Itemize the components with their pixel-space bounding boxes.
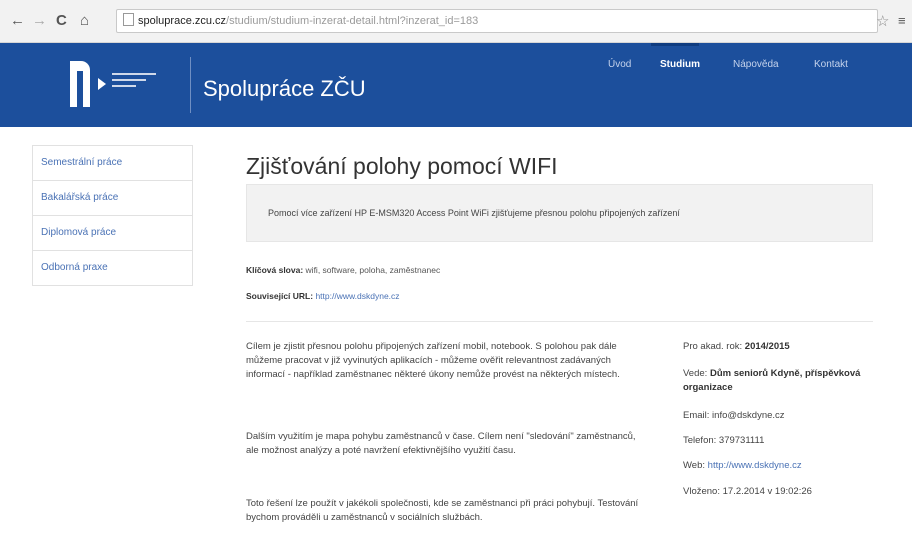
description-paragraph-1: Cílem je zjistit přesnou polohu připojen…: [246, 341, 620, 380]
sidebar-item-diploma[interactable]: Diplomová práce: [32, 215, 193, 250]
browser-toolbar: ← → C ⌂ spoluprace.zcu.cz/studium/studiu…: [0, 0, 912, 43]
supervisor: Vede: Dům seniorů Kdyně, příspěvková org…: [683, 367, 863, 395]
phone-row: Telefon: 379731111: [683, 434, 863, 448]
content-divider: [246, 321, 873, 322]
browser-menu-icon[interactable]: ≡: [898, 13, 906, 28]
inserted-value: 17.2.2014 v 19:02:26: [722, 486, 812, 497]
academic-year: Pro akad. rok: 2014/2015: [683, 340, 863, 354]
home-icon[interactable]: ⌂: [80, 13, 89, 29]
address-bar[interactable]: spoluprace.zcu.cz/studium/studium-inzera…: [116, 9, 878, 33]
phone-label: Telefon:: [683, 435, 717, 446]
supervisor-value: Dům seniorů Kdyně, příspěvková organizac…: [683, 368, 861, 393]
active-nav-indicator: [651, 43, 699, 46]
related-url-label: Související URL:: [246, 291, 314, 301]
reload-icon[interactable]: C: [56, 13, 67, 29]
forward-icon[interactable]: →: [32, 13, 47, 29]
site-header: Spolupráce ZČU Úvod Studium Nápověda Kon…: [0, 43, 912, 127]
logo-divider: [190, 57, 191, 113]
logo-arrow: [98, 78, 106, 90]
nav-napoveda[interactable]: Nápověda: [733, 59, 779, 70]
url-path: /studium/studium-inzerat-detail.html?inz…: [226, 15, 479, 27]
bookmark-star-icon[interactable]: ☆: [876, 12, 889, 30]
sidebar-item-internship[interactable]: Odborná praxe: [32, 250, 193, 286]
keywords-value: wifi, software, poloha, zaměstnanec: [305, 265, 441, 275]
supervisor-label: Vede:: [683, 368, 708, 379]
email-label: Email:: [683, 410, 710, 421]
web-row: Web: http://www.dskdyne.cz: [683, 459, 863, 473]
email-row: Email: info@dskdyne.cz: [683, 409, 863, 423]
lead-box: Pomocí více zařízení HP E-MSM320 Access …: [246, 184, 873, 242]
web-label: Web:: [683, 460, 706, 471]
description-paragraph-3: Toto řešení lze použít v jakékoli společ…: [246, 498, 639, 523]
page-icon: [123, 13, 134, 26]
phone-value: 379731111: [718, 435, 765, 446]
nav-studium[interactable]: Studium: [660, 59, 700, 70]
logo-mark: [70, 61, 90, 107]
nav-uvod[interactable]: Úvod: [608, 59, 631, 70]
logo-wordmark: [112, 73, 156, 91]
sidebar-menu: Semestrální práce Bakalářská práce Diplo…: [32, 145, 193, 286]
site-title[interactable]: Spolupráce ZČU: [203, 76, 366, 102]
inserted-row: Vloženo: 17.2.2014 v 19:02:26: [683, 485, 863, 499]
zcu-logo[interactable]: [70, 57, 191, 113]
related-url-link[interactable]: http://www.dskdyne.cz: [315, 291, 399, 301]
sidebar-item-bachelor[interactable]: Bakalářská práce: [32, 180, 193, 215]
nav-kontakt[interactable]: Kontakt: [814, 59, 848, 70]
page-title: Zjišťování polohy pomocí WIFI: [246, 153, 558, 179]
description-paragraph-2: Dalším využitím je mapa pohybu zaměstnan…: [246, 431, 636, 456]
keywords-label: Klíčová slova:: [246, 265, 304, 275]
web-link[interactable]: http://www.dskdyne.cz: [708, 460, 802, 471]
inserted-label: Vloženo:: [683, 486, 720, 497]
academic-year-label: Pro akad. rok:: [683, 341, 743, 352]
sidebar-item-semestral[interactable]: Semestrální práce: [32, 145, 193, 180]
academic-year-value: 2014/2015: [744, 341, 790, 352]
email-value: info@dskdyne.cz: [712, 410, 785, 421]
url-host: spoluprace.zcu.cz: [138, 15, 227, 27]
keywords-row: Klíčová slova: wifi, software, poloha, z…: [246, 265, 440, 275]
related-url-row: Související URL: http://www.dskdyne.cz: [246, 291, 400, 301]
back-icon[interactable]: ←: [10, 13, 25, 29]
